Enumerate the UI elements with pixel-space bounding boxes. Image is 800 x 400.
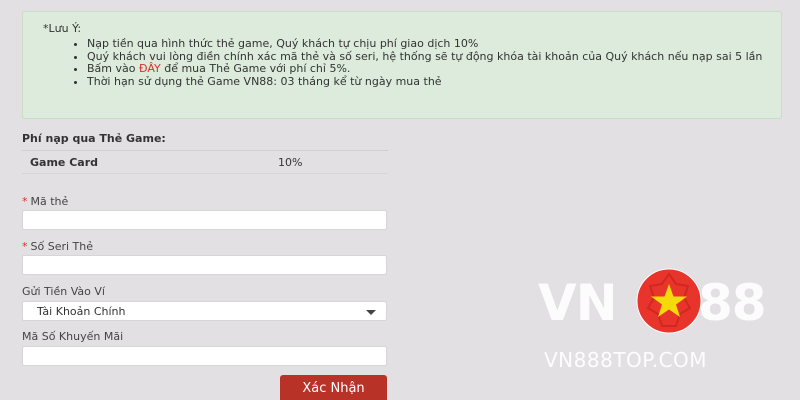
fee-value: 10% xyxy=(278,156,303,169)
notice-item-prefix: Bấm vào xyxy=(87,62,139,75)
wallet-label: Gửi Tiền Vào Ví xyxy=(22,285,105,298)
soccer-ball-star-icon xyxy=(636,268,702,334)
required-mark: * xyxy=(22,240,28,253)
card-code-label-text: Mã thẻ xyxy=(30,195,69,208)
wallet-selected-value: Tài Khoản Chính xyxy=(37,305,126,318)
logo-text-right: 88 xyxy=(698,274,767,332)
notice-title: *Lưu Ý: xyxy=(43,22,82,35)
fee-heading: Phí nạp qua Thẻ Game: xyxy=(22,132,166,145)
wallet-select[interactable]: Tài Khoản Chính xyxy=(22,301,387,321)
serial-input[interactable] xyxy=(22,255,387,275)
fee-row: Game Card 10% xyxy=(22,150,388,174)
serial-label: * Số Seri Thẻ xyxy=(22,240,93,253)
notice-item: Bấm vào ĐÂY để mua Thẻ Game với phí chỉ … xyxy=(87,63,765,75)
buy-card-link[interactable]: ĐÂY xyxy=(139,62,161,75)
notice-item: Nạp tiền qua hình thức thẻ game, Quý khá… xyxy=(87,38,765,50)
serial-label-text: Số Seri Thẻ xyxy=(30,240,94,253)
notice-item: Thời hạn sử dụng thẻ Game VN88: 03 tháng… xyxy=(87,75,765,88)
notice-list: Nạp tiền qua hình thức thẻ game, Quý khá… xyxy=(43,38,765,87)
logo-text-left: VN xyxy=(538,274,618,332)
fee-name: Game Card xyxy=(30,156,98,169)
card-code-label: * Mã thẻ xyxy=(22,195,68,208)
logo-domain: VN888TOP.COM xyxy=(544,348,708,372)
caret-down-icon xyxy=(366,310,376,315)
notice-item: Quý khách vui lòng điền chính xác mã thẻ… xyxy=(87,50,765,63)
vn88-watermark-logo: VN 88 VN888TOP.COM xyxy=(536,268,776,378)
promo-input[interactable] xyxy=(22,346,387,366)
notice-box: *Lưu Ý: Nạp tiền qua hình thức thẻ game,… xyxy=(22,11,782,119)
required-mark: * xyxy=(22,195,28,208)
promo-label: Mã Số Khuyến Mãi xyxy=(22,330,124,343)
notice-item-suffix: để mua Thẻ Game với phí chỉ 5%. xyxy=(160,62,351,75)
card-code-input[interactable] xyxy=(22,210,387,230)
submit-button[interactable]: Xác Nhận xyxy=(280,375,387,400)
